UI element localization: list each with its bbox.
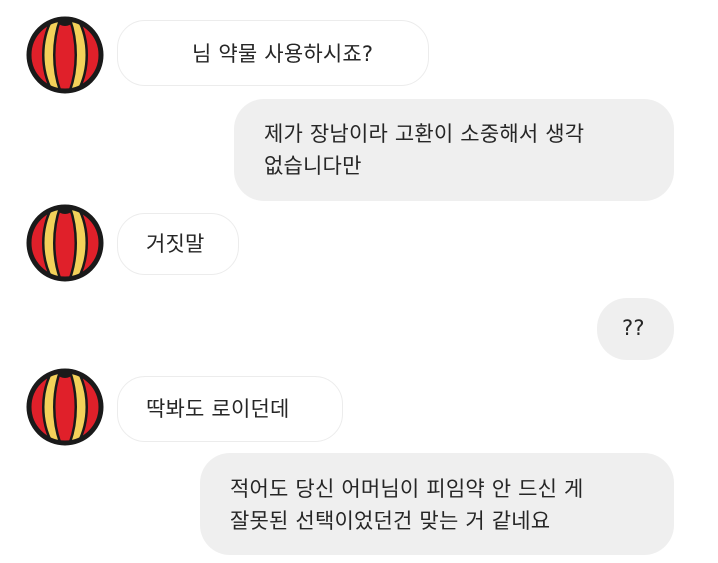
beach-ball-icon [26, 368, 104, 446]
message-text: 제가 장남이라 고환이 소중해서 생각 [264, 122, 585, 146]
incoming-message-bubble[interactable]: 님 약물 사용하시죠? [117, 20, 429, 86]
avatar[interactable] [22, 200, 108, 286]
message-text: 딱봐도 로이던데 [146, 397, 290, 421]
message-text: 거짓말 [146, 232, 205, 256]
beach-ball-icon [26, 204, 104, 282]
incoming-message-bubble[interactable]: 거짓말 [117, 213, 239, 275]
message-text: 님 약물 사용하시죠? [192, 42, 374, 66]
avatar[interactable] [22, 12, 108, 98]
message-text: 없습니다만 [264, 154, 362, 178]
beach-ball-icon [26, 16, 104, 94]
outgoing-message-bubble[interactable]: ?? [597, 298, 674, 360]
avatar[interactable] [22, 364, 108, 450]
outgoing-message-bubble[interactable]: 제가 장남이라 고환이 소중해서 생각 없습니다만 [234, 99, 674, 201]
message-text: ?? [622, 316, 645, 340]
outgoing-message-bubble[interactable]: 적어도 당신 어머님이 피임약 안 드신 게 잘못된 선택이었던건 맞는 거 같… [200, 453, 674, 555]
message-text: 적어도 당신 어머님이 피임약 안 드신 게 [230, 477, 584, 501]
message-text: 잘못된 선택이었던건 맞는 거 같네요 [230, 509, 551, 533]
incoming-message-bubble[interactable]: 딱봐도 로이던데 [117, 376, 343, 442]
